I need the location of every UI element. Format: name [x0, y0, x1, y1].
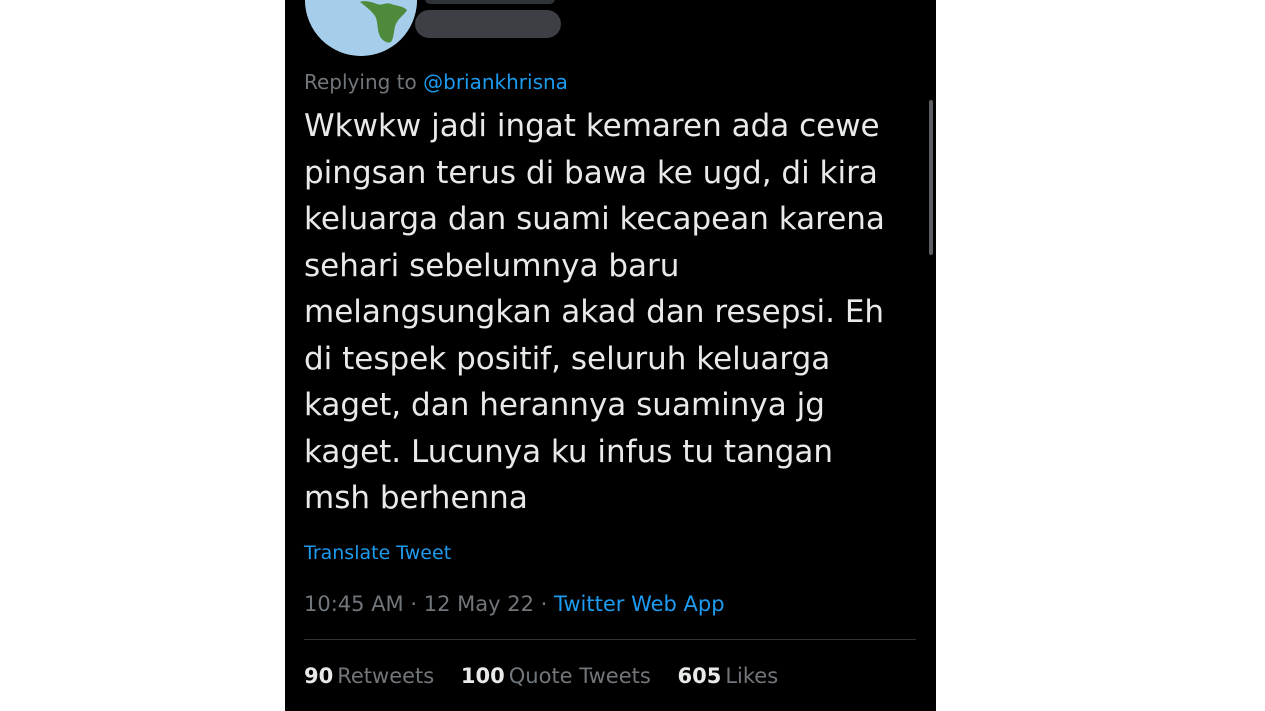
likes-label: Likes [725, 664, 779, 688]
tweet-source-link[interactable]: Twitter Web App [554, 592, 725, 616]
scrollbar[interactable] [929, 100, 933, 255]
retweets-label: Retweets [337, 664, 435, 688]
tweet-text-line: sehari sebelumnya baru [304, 247, 680, 284]
tweet-text-line: di tespek positif, seluruh keluarga [304, 340, 831, 377]
replying-to-label: Replying to [304, 70, 417, 94]
replying-to: Replying to @briankhrisna [304, 70, 568, 94]
tweet-text: Wkwkw jadi ingat kemaren ada cewe pingsa… [304, 103, 914, 522]
retweets-stat[interactable]: 90 Retweets [304, 664, 434, 688]
globe-icon [305, 0, 417, 56]
tweet-text-line: keluarga dan suami kecapean karena [304, 201, 885, 237]
username-placeholder [415, 10, 561, 38]
tweet-screen: Replying to @briankhrisna Wkwkw jadi ing… [285, 0, 936, 711]
quote-tweets-stat[interactable]: 100 Quote Tweets [461, 664, 651, 688]
retweets-count: 90 [304, 664, 334, 688]
likes-stat[interactable]: 605 Likes [678, 664, 779, 688]
tweet-text-line: kaget. Lucunya ku infus tu tangan [304, 433, 834, 470]
tweet-date[interactable]: 12 May 22 [424, 592, 534, 616]
tweet-time[interactable]: 10:45 AM [304, 592, 404, 616]
tweet-text-line: kaget, dan herannya suaminya jg [304, 387, 825, 423]
tweet-stats: 90 Retweets 100 Quote Tweets 605 Likes [304, 664, 798, 688]
avatar[interactable] [305, 0, 417, 56]
quote-tweets-count: 100 [460, 664, 505, 688]
tweet-meta: 10:45 AM · 12 May 22 · Twitter Web App [304, 592, 725, 616]
replying-to-handle[interactable]: @briankhrisna [423, 70, 568, 94]
likes-count: 605 [677, 664, 722, 688]
tweet-text-line: pingsan terus di bawa ke ugd, di kira [304, 154, 878, 191]
meta-separator: · [410, 592, 418, 616]
tweet-text-line: Wkwkw jadi ingat kemaren ada cewe [304, 108, 880, 144]
quote-tweets-label: Quote Tweets [508, 664, 651, 688]
tweet-text-line: melangsungkan akad dan resepsi. Eh [304, 294, 885, 330]
tweet-text-line: msh berhenna [304, 480, 528, 516]
translate-tweet-link[interactable]: Translate Tweet [304, 542, 451, 564]
display-name-placeholder [425, 0, 555, 4]
divider [304, 639, 916, 640]
meta-separator: · [540, 592, 548, 616]
